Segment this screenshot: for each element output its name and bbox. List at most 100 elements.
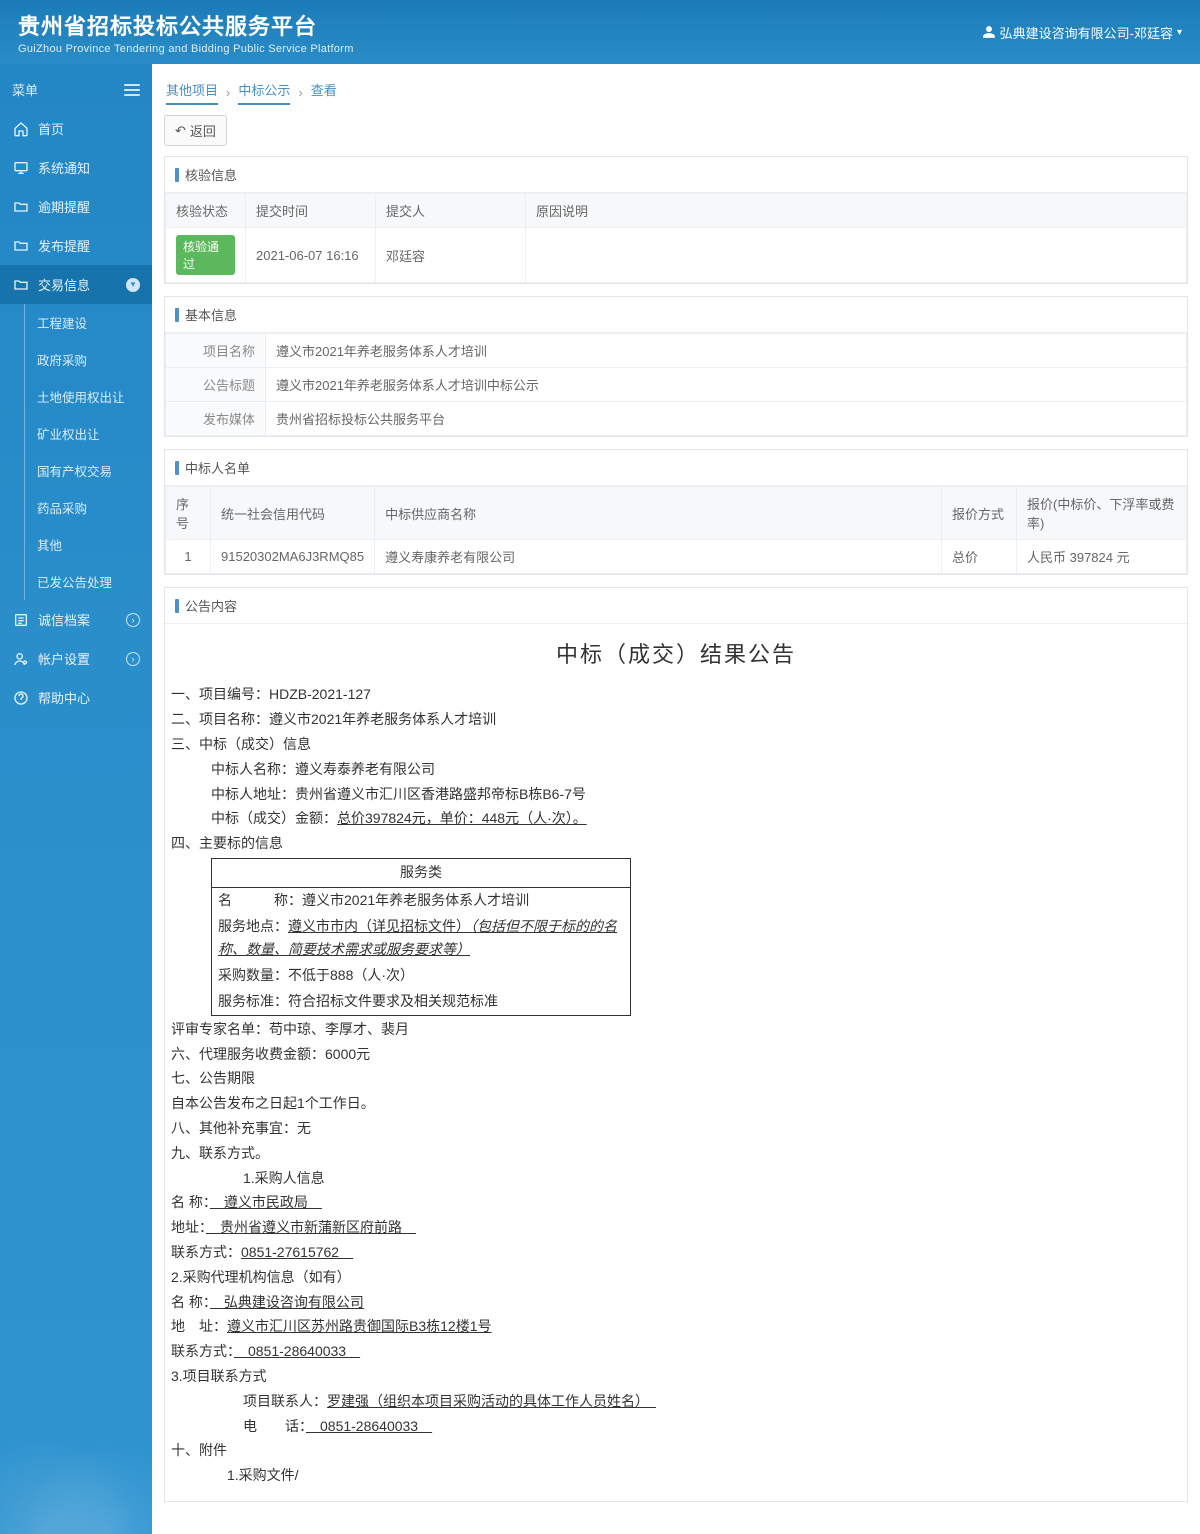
- text-line: 联系方式：0851-27615762: [171, 1241, 1181, 1265]
- app-header: 贵州省招标投标公共服务平台 GuiZhou Province Tendering…: [0, 0, 1200, 64]
- folder-icon: [12, 277, 30, 293]
- col-header: 提交时间: [246, 194, 376, 228]
- sub-item-mining[interactable]: 矿业权出让: [25, 415, 152, 452]
- sidebar: 菜单 首页 系统通知 逾期提醒 发布提醒 交易信息 ▾: [0, 64, 152, 1534]
- chevron-right-icon: ›: [126, 652, 140, 666]
- col-header: 报价方式: [942, 487, 1017, 540]
- text-line: 名 称： 弘典建设咨询有限公司: [171, 1291, 1181, 1315]
- sidebar-item-help[interactable]: 帮助中心: [0, 678, 152, 717]
- folder-icon: [12, 199, 30, 215]
- cell: [526, 228, 1187, 283]
- breadcrumb-item[interactable]: 查看: [311, 80, 337, 105]
- info-val: 贵州省招标投标公共服务平台: [266, 402, 1187, 436]
- breadcrumb: 其他项目 › 中标公示 › 查看: [164, 74, 1188, 115]
- user-label: 弘典建设咨询有限公司-邓廷容: [1000, 23, 1173, 42]
- sub-item-state[interactable]: 国有产权交易: [25, 452, 152, 489]
- chevron-right-icon: ›: [126, 613, 140, 627]
- col-header: 提交人: [376, 194, 526, 228]
- home-icon: [12, 121, 30, 137]
- back-button[interactable]: ↶ 返回: [164, 115, 227, 146]
- text-line: 1.采购文件/: [171, 1464, 1181, 1488]
- chevron-right-icon: ›: [226, 85, 230, 100]
- cell: 人民币 397824 元: [1017, 540, 1187, 574]
- service-subtable: 服务类 名 称：遵义市2021年养老服务体系人才培训 服务地点：遵义市市内（详见…: [211, 858, 631, 1016]
- sidebar-item-label: 发布提醒: [38, 236, 90, 255]
- text-line: 七、公告期限: [171, 1067, 1181, 1091]
- text-line: 项目联系人：罗建强（组织本项目采购活动的具体工作人员姓名）: [171, 1390, 1181, 1414]
- sidebar-item-home[interactable]: 首页: [0, 109, 152, 148]
- text-line: 1.采购人信息: [171, 1167, 1181, 1191]
- text-line: 六、代理服务收费金额：6000元: [171, 1043, 1181, 1067]
- bidder-table: 序号 统一社会信用代码 中标供应商名称 报价方式 报价(中标价、下浮率或费率) …: [165, 486, 1187, 574]
- panel-bidders: 中标人名单 序号 统一社会信用代码 中标供应商名称 报价方式 报价(中标价、下浮…: [164, 449, 1188, 575]
- col-header: 报价(中标价、下浮率或费率): [1017, 487, 1187, 540]
- sub-item-engineering[interactable]: 工程建设: [25, 304, 152, 341]
- announcement-heading: 中标（成交）结果公告: [171, 636, 1181, 673]
- sidebar-item-credit[interactable]: 诚信档案 ›: [0, 600, 152, 639]
- sidebar-item-publish[interactable]: 发布提醒: [0, 226, 152, 265]
- menu-toggle-icon[interactable]: [124, 81, 140, 99]
- info-key: 项目名称: [166, 334, 266, 368]
- sidebar-item-account[interactable]: 帐户设置 ›: [0, 639, 152, 678]
- panel-notice: 公告内容 中标（成交）结果公告 一、项目编号：HDZB-2021-127 二、项…: [164, 587, 1188, 1502]
- text-line: 中标人地址：贵州省遵义市汇川区香港路盛邦帝标B栋B6-7号: [171, 783, 1181, 807]
- text-line: 地 址：遵义市汇川区苏州路贵御国际B3栋12楼1号: [171, 1315, 1181, 1339]
- cell: 遵义寿康养老有限公司: [375, 540, 942, 574]
- breadcrumb-item[interactable]: 其他项目: [166, 80, 218, 105]
- sidebar-item-label: 系统通知: [38, 158, 90, 177]
- sidebar-item-trade[interactable]: 交易信息 ▾: [0, 265, 152, 304]
- text-line: 四、主要标的信息: [171, 832, 1181, 856]
- monitor-icon: [12, 160, 30, 176]
- col-header: 序号: [166, 487, 211, 540]
- announcement-body: 中标（成交）结果公告 一、项目编号：HDZB-2021-127 二、项目名称：遵…: [165, 624, 1187, 1501]
- text-line: 中标人名称：遵义寿泰养老有限公司: [171, 758, 1181, 782]
- col-header: 原因说明: [526, 194, 1187, 228]
- text-line: 评审专家名单：苟中琼、李厚才、裴月: [171, 1018, 1181, 1042]
- breadcrumb-item[interactable]: 中标公示: [238, 80, 290, 105]
- panel-title-text: 基本信息: [185, 305, 237, 324]
- sidebar-item-label: 逾期提醒: [38, 197, 90, 216]
- chevron-down-icon: ▾: [126, 278, 140, 292]
- text-line: 自本公告发布之日起1个工作日。: [171, 1092, 1181, 1116]
- text-line: 电 话： 0851-28640033: [171, 1415, 1181, 1439]
- text-line: 三、中标（成交）信息: [171, 733, 1181, 757]
- panel-title-text: 中标人名单: [185, 458, 250, 477]
- text-line: 中标（成交）金额：总价397824元，单价：448元（人·次）。: [171, 807, 1181, 831]
- col-header: 统一社会信用代码: [211, 487, 375, 540]
- text-line: 地址： 贵州省遵义市新蒲新区府前路: [171, 1216, 1181, 1240]
- sidebar-item-label: 诚信档案: [38, 610, 90, 629]
- user-menu[interactable]: 弘典建设咨询有限公司-邓廷容 ▾: [982, 23, 1182, 42]
- panel-basic: 基本信息 项目名称遵义市2021年养老服务体系人才培训 公告标题遵义市2021年…: [164, 296, 1188, 437]
- text-line: 十、附件: [171, 1439, 1181, 1463]
- sub-item-drug[interactable]: 药品采购: [25, 489, 152, 526]
- cell: 采购数量：不低于888（人·次）: [212, 963, 630, 989]
- text-line: 一、项目编号：HDZB-2021-127: [171, 683, 1181, 707]
- cell: 服务类: [212, 859, 630, 888]
- platform-subtitle: GuiZhou Province Tendering and Bidding P…: [18, 43, 354, 55]
- cell: 1: [166, 540, 211, 574]
- platform-title: 贵州省招标投标公共服务平台: [18, 9, 354, 41]
- text-line: 2.采购代理机构信息（如有）: [171, 1266, 1181, 1290]
- sub-item-gov[interactable]: 政府采购: [25, 341, 152, 378]
- status-badge: 核验通过: [176, 235, 235, 275]
- sidebar-item-label: 帐户设置: [38, 649, 90, 668]
- sub-item-published[interactable]: 已发公告处理: [25, 563, 152, 600]
- sidebar-item-notice[interactable]: 系统通知: [0, 148, 152, 187]
- cell: 2021-06-07 16:16: [246, 228, 376, 283]
- basic-table: 项目名称遵义市2021年养老服务体系人才培训 公告标题遵义市2021年养老服务体…: [165, 333, 1187, 436]
- submenu-trade: 工程建设 政府采购 土地使用权出让 矿业权出让 国有产权交易 药品采购 其他 已…: [24, 304, 152, 600]
- panel-verify: 核验信息 核验状态 提交时间 提交人 原因说明 核验通过 2021-06-07 …: [164, 156, 1188, 284]
- info-key: 公告标题: [166, 368, 266, 402]
- sub-item-land[interactable]: 土地使用权出让: [25, 378, 152, 415]
- col-header: 中标供应商名称: [375, 487, 942, 540]
- info-val: 遵义市2021年养老服务体系人才培训中标公示: [266, 368, 1187, 402]
- cell: 邓廷容: [376, 228, 526, 283]
- sidebar-item-label: 帮助中心: [38, 688, 90, 707]
- user-settings-icon: [12, 651, 30, 667]
- text-line: 联系方式： 0851-28640033: [171, 1340, 1181, 1364]
- sidebar-item-overdue[interactable]: 逾期提醒: [0, 187, 152, 226]
- cell: 91520302MA6J3RMQ85: [211, 540, 375, 574]
- sub-item-other[interactable]: 其他: [25, 526, 152, 563]
- panel-title-text: 核验信息: [185, 165, 237, 184]
- text-line: 二、项目名称：遵义市2021年养老服务体系人才培训: [171, 708, 1181, 732]
